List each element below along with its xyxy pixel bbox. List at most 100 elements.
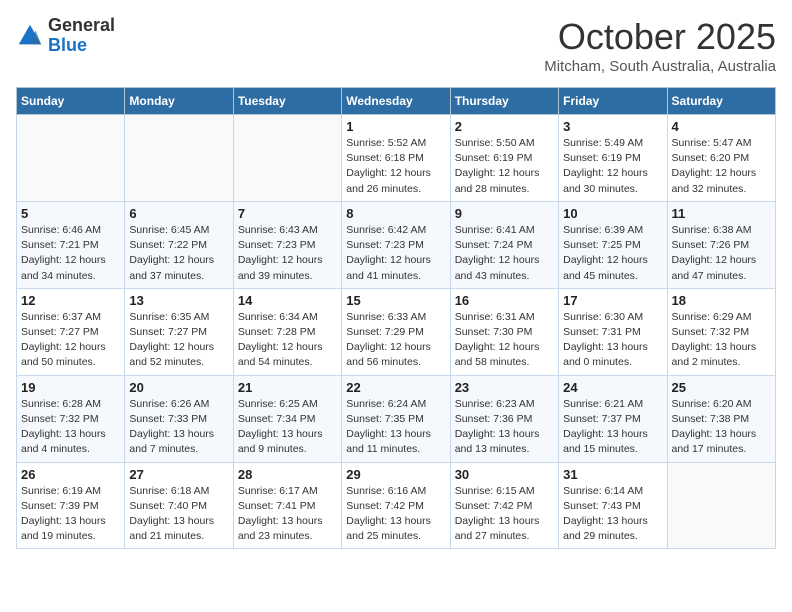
- logo-general-text: General: [48, 16, 115, 36]
- calendar-header-monday: Monday: [125, 88, 233, 115]
- day-info: Sunrise: 6:29 AM Sunset: 7:32 PM Dayligh…: [672, 310, 771, 371]
- calendar-cell: 25 Sunrise: 6:20 AM Sunset: 7:38 PM Dayli…: [667, 375, 775, 462]
- day-info: Sunrise: 6:28 AM Sunset: 7:32 PM Dayligh…: [21, 397, 120, 458]
- day-number: 3: [563, 119, 662, 134]
- calendar-cell: 1 Sunrise: 5:52 AM Sunset: 6:18 PM Daylig…: [342, 115, 450, 202]
- day-info: Sunrise: 6:26 AM Sunset: 7:33 PM Dayligh…: [129, 397, 228, 458]
- day-number: 28: [238, 467, 337, 482]
- calendar-cell: [667, 462, 775, 549]
- day-number: 26: [21, 467, 120, 482]
- day-number: 1: [346, 119, 445, 134]
- calendar-cell: 4 Sunrise: 5:47 AM Sunset: 6:20 PM Daylig…: [667, 115, 775, 202]
- day-info: Sunrise: 6:46 AM Sunset: 7:21 PM Dayligh…: [21, 223, 120, 284]
- calendar-week-4: 19 Sunrise: 6:28 AM Sunset: 7:32 PM Dayli…: [17, 375, 776, 462]
- day-info: Sunrise: 6:35 AM Sunset: 7:27 PM Dayligh…: [129, 310, 228, 371]
- calendar-cell: 15 Sunrise: 6:33 AM Sunset: 7:29 PM Dayli…: [342, 288, 450, 375]
- calendar-cell: [17, 115, 125, 202]
- calendar-cell: [233, 115, 341, 202]
- day-info: Sunrise: 6:18 AM Sunset: 7:40 PM Dayligh…: [129, 484, 228, 545]
- day-number: 18: [672, 293, 771, 308]
- calendar-cell: 26 Sunrise: 6:19 AM Sunset: 7:39 PM Dayli…: [17, 462, 125, 549]
- logo-icon: [16, 22, 44, 50]
- calendar-cell: 31Sunrise: 6:14 AM Sunset: 7:43 PM Dayli…: [559, 462, 667, 549]
- day-number: 27: [129, 467, 228, 482]
- calendar-header-tuesday: Tuesday: [233, 88, 341, 115]
- day-number: 7: [238, 206, 337, 221]
- day-number: 12: [21, 293, 120, 308]
- day-number: 4: [672, 119, 771, 134]
- page-header: General Blue October 2025 Mitcham, South…: [16, 16, 776, 75]
- calendar-cell: 27 Sunrise: 6:18 AM Sunset: 7:40 PM Dayli…: [125, 462, 233, 549]
- calendar-cell: 23 Sunrise: 6:23 AM Sunset: 7:36 PM Dayli…: [450, 375, 558, 462]
- calendar-cell: 19 Sunrise: 6:28 AM Sunset: 7:32 PM Dayli…: [17, 375, 125, 462]
- calendar-cell: 28 Sunrise: 6:17 AM Sunset: 7:41 PM Dayli…: [233, 462, 341, 549]
- day-info: Sunrise: 6:41 AM Sunset: 7:24 PM Dayligh…: [455, 223, 554, 284]
- day-info: Sunrise: 6:43 AM Sunset: 7:23 PM Dayligh…: [238, 223, 337, 284]
- calendar-cell: 18 Sunrise: 6:29 AM Sunset: 7:32 PM Dayli…: [667, 288, 775, 375]
- calendar-week-3: 12 Sunrise: 6:37 AM Sunset: 7:27 PM Dayli…: [17, 288, 776, 375]
- day-info: Sunrise: 6:34 AM Sunset: 7:28 PM Dayligh…: [238, 310, 337, 371]
- day-info: Sunrise: 5:49 AM Sunset: 6:19 PM Dayligh…: [563, 136, 662, 197]
- day-number: 29: [346, 467, 445, 482]
- day-info: Sunrise: 5:47 AM Sunset: 6:20 PM Dayligh…: [672, 136, 771, 197]
- calendar-week-1: 1 Sunrise: 5:52 AM Sunset: 6:18 PM Daylig…: [17, 115, 776, 202]
- day-info: Sunrise: 6:17 AM Sunset: 7:41 PM Dayligh…: [238, 484, 337, 545]
- calendar-cell: 2Sunrise: 5:50 AM Sunset: 6:19 PM Daylig…: [450, 115, 558, 202]
- calendar-cell: 17 Sunrise: 6:30 AM Sunset: 7:31 PM Dayli…: [559, 288, 667, 375]
- day-info: Sunrise: 6:38 AM Sunset: 7:26 PM Dayligh…: [672, 223, 771, 284]
- calendar-header-friday: Friday: [559, 88, 667, 115]
- day-info: Sunrise: 6:37 AM Sunset: 7:27 PM Dayligh…: [21, 310, 120, 371]
- calendar-cell: 12 Sunrise: 6:37 AM Sunset: 7:27 PM Dayli…: [17, 288, 125, 375]
- day-number: 5: [21, 206, 120, 221]
- calendar-cell: 11 Sunrise: 6:38 AM Sunset: 7:26 PM Dayli…: [667, 201, 775, 288]
- day-info: Sunrise: 6:23 AM Sunset: 7:36 PM Dayligh…: [455, 397, 554, 458]
- day-info: Sunrise: 5:52 AM Sunset: 6:18 PM Dayligh…: [346, 136, 445, 197]
- calendar-cell: 20Sunrise: 6:26 AM Sunset: 7:33 PM Dayli…: [125, 375, 233, 462]
- calendar-cell: 13 Sunrise: 6:35 AM Sunset: 7:27 PM Dayli…: [125, 288, 233, 375]
- day-number: 10: [563, 206, 662, 221]
- day-number: 15: [346, 293, 445, 308]
- calendar-header-sunday: Sunday: [17, 88, 125, 115]
- calendar-week-5: 26 Sunrise: 6:19 AM Sunset: 7:39 PM Dayli…: [17, 462, 776, 549]
- logo-blue-text: Blue: [48, 36, 115, 56]
- calendar-cell: 6 Sunrise: 6:45 AM Sunset: 7:22 PM Daylig…: [125, 201, 233, 288]
- day-number: 8: [346, 206, 445, 221]
- day-info: Sunrise: 5:50 AM Sunset: 6:19 PM Dayligh…: [455, 136, 554, 197]
- day-number: 19: [21, 380, 120, 395]
- day-info: Sunrise: 6:15 AM Sunset: 7:42 PM Dayligh…: [455, 484, 554, 545]
- logo: General Blue: [16, 16, 115, 56]
- day-info: Sunrise: 6:31 AM Sunset: 7:30 PM Dayligh…: [455, 310, 554, 371]
- day-info: Sunrise: 6:21 AM Sunset: 7:37 PM Dayligh…: [563, 397, 662, 458]
- day-number: 16: [455, 293, 554, 308]
- calendar-table: SundayMondayTuesdayWednesdayThursdayFrid…: [16, 87, 776, 549]
- calendar-cell: 16 Sunrise: 6:31 AM Sunset: 7:30 PM Dayli…: [450, 288, 558, 375]
- calendar-cell: 3 Sunrise: 5:49 AM Sunset: 6:19 PM Daylig…: [559, 115, 667, 202]
- title-section: October 2025 Mitcham, South Australia, A…: [544, 16, 776, 75]
- calendar-header-thursday: Thursday: [450, 88, 558, 115]
- day-info: Sunrise: 6:19 AM Sunset: 7:39 PM Dayligh…: [21, 484, 120, 545]
- day-number: 11: [672, 206, 771, 221]
- day-number: 25: [672, 380, 771, 395]
- day-number: 21: [238, 380, 337, 395]
- day-number: 9: [455, 206, 554, 221]
- calendar-cell: 22Sunrise: 6:24 AM Sunset: 7:35 PM Dayli…: [342, 375, 450, 462]
- day-number: 31: [563, 467, 662, 482]
- calendar-cell: 14Sunrise: 6:34 AM Sunset: 7:28 PM Dayli…: [233, 288, 341, 375]
- calendar-cell: 24Sunrise: 6:21 AM Sunset: 7:37 PM Dayli…: [559, 375, 667, 462]
- day-number: 13: [129, 293, 228, 308]
- day-number: 23: [455, 380, 554, 395]
- day-info: Sunrise: 6:45 AM Sunset: 7:22 PM Dayligh…: [129, 223, 228, 284]
- day-number: 17: [563, 293, 662, 308]
- day-number: 6: [129, 206, 228, 221]
- calendar-cell: 21Sunrise: 6:25 AM Sunset: 7:34 PM Dayli…: [233, 375, 341, 462]
- day-info: Sunrise: 6:33 AM Sunset: 7:29 PM Dayligh…: [346, 310, 445, 371]
- day-info: Sunrise: 6:30 AM Sunset: 7:31 PM Dayligh…: [563, 310, 662, 371]
- calendar-cell: 5 Sunrise: 6:46 AM Sunset: 7:21 PM Daylig…: [17, 201, 125, 288]
- calendar-header-wednesday: Wednesday: [342, 88, 450, 115]
- calendar-cell: 8Sunrise: 6:42 AM Sunset: 7:23 PM Daylig…: [342, 201, 450, 288]
- day-info: Sunrise: 6:20 AM Sunset: 7:38 PM Dayligh…: [672, 397, 771, 458]
- day-number: 30: [455, 467, 554, 482]
- calendar-cell: 30 Sunrise: 6:15 AM Sunset: 7:42 PM Dayli…: [450, 462, 558, 549]
- logo-text: General Blue: [48, 16, 115, 56]
- day-info: Sunrise: 6:16 AM Sunset: 7:42 PM Dayligh…: [346, 484, 445, 545]
